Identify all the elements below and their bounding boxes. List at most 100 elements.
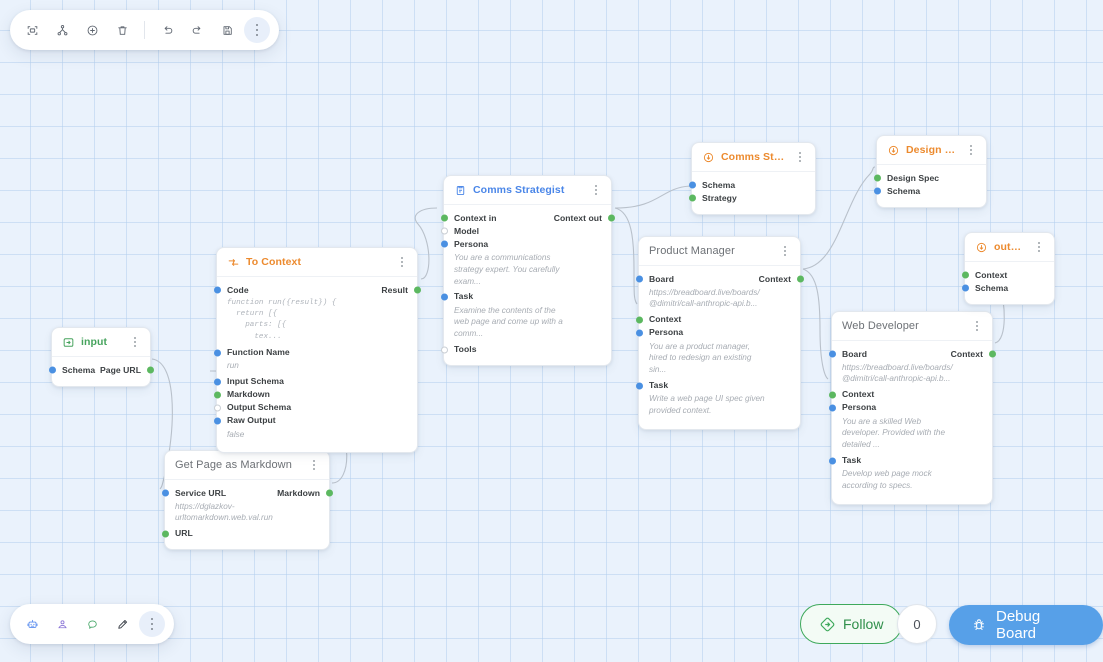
port-row[interactable]: Persona (636, 327, 791, 339)
port-row[interactable]: Context (829, 389, 983, 401)
port-row[interactable]: Task (636, 380, 791, 392)
trash-icon[interactable] (109, 17, 135, 43)
port-dot-in[interactable] (962, 271, 969, 279)
node-menu-icon[interactable] (779, 244, 791, 258)
node-menu-icon[interactable] (396, 255, 408, 269)
port-dot-in[interactable] (441, 214, 448, 222)
node-menu-icon[interactable] (590, 183, 602, 197)
port-row[interactable]: Service URL Markdown (162, 488, 333, 500)
port-dot-out[interactable] (414, 286, 421, 294)
port-dot-in[interactable] (441, 346, 448, 354)
debug-board-button[interactable]: Debug Board (949, 605, 1103, 645)
port-dot-in[interactable] (162, 530, 169, 538)
port-dot-out[interactable] (608, 214, 615, 222)
port-dot-in[interactable] (874, 187, 881, 195)
port-dot-in[interactable] (636, 329, 643, 337)
node-menu-icon[interactable] (1033, 240, 1045, 254)
node-product-manager[interactable]: Product Manager Board Context https://br… (636, 236, 804, 431)
node-tree-icon[interactable] (49, 17, 75, 43)
node-menu-icon[interactable] (971, 319, 983, 333)
more-vertical-icon[interactable] (244, 17, 270, 43)
pen-icon[interactable] (109, 611, 135, 637)
port-dot-in[interactable] (214, 417, 221, 425)
node-design-spec[interactable]: Design Spec Design Spec Schema (874, 135, 987, 208)
port-row[interactable]: Markdown (214, 389, 408, 401)
select-frame-icon[interactable] (19, 17, 45, 43)
port-row[interactable]: Model (441, 226, 602, 238)
port-row[interactable]: Schema (689, 180, 806, 192)
node-comms-strategy[interactable]: Comms Strategy Schema Strategy (689, 142, 816, 215)
node-header[interactable]: Product Manager (639, 237, 800, 266)
port-dot-in[interactable] (162, 489, 169, 497)
port-dot-out[interactable] (797, 275, 804, 283)
redo-icon[interactable] (184, 17, 210, 43)
port-dot-in[interactable] (829, 457, 836, 465)
port-row[interactable]: Function Name (214, 347, 408, 359)
port-row[interactable]: Code Result (214, 285, 421, 297)
port-dot-in[interactable] (214, 349, 221, 357)
port-dot-in[interactable] (441, 227, 448, 235)
port-row[interactable]: Board Context (829, 349, 996, 361)
port-dot-in[interactable] (441, 240, 448, 248)
person-icon[interactable] (49, 611, 75, 637)
port-row[interactable]: Schema (874, 186, 977, 198)
node-header[interactable]: input (52, 328, 150, 357)
port-dot-in[interactable] (214, 404, 221, 412)
port-row[interactable]: Schema Page URL (49, 365, 154, 377)
add-circle-icon[interactable] (79, 17, 105, 43)
port-row[interactable]: Task (441, 291, 602, 303)
top-toolbar[interactable] (10, 10, 279, 50)
port-row[interactable]: Persona (829, 402, 983, 414)
port-dot-out[interactable] (326, 489, 333, 497)
node-header[interactable]: Comms Strategy (692, 143, 815, 172)
node-menu-icon[interactable] (965, 143, 977, 157)
port-dot-out[interactable] (147, 366, 154, 374)
port-dot-in[interactable] (829, 350, 836, 358)
node-menu-icon[interactable] (794, 150, 806, 164)
port-row[interactable]: Tools (441, 344, 602, 356)
node-header[interactable]: To Context (217, 248, 417, 277)
port-dot-in[interactable] (49, 366, 56, 374)
node-header[interactable]: Web Developer (832, 312, 992, 341)
port-dot-in[interactable] (636, 316, 643, 324)
follow-button[interactable]: Follow (800, 604, 903, 644)
node-menu-icon[interactable] (308, 458, 320, 472)
port-dot-in[interactable] (689, 194, 696, 202)
port-dot-out[interactable] (989, 350, 996, 358)
comment-icon[interactable] (79, 611, 105, 637)
port-row[interactable]: URL (162, 528, 320, 540)
port-row[interactable]: Context in Context out (441, 213, 615, 225)
port-row[interactable]: Task (829, 455, 983, 467)
port-dot-in[interactable] (214, 391, 221, 399)
port-dot-in[interactable] (689, 181, 696, 189)
port-row[interactable]: Board Context (636, 274, 804, 286)
node-input[interactable]: input Schema Page URL (49, 327, 154, 387)
port-dot-in[interactable] (874, 174, 881, 182)
port-row[interactable]: Design Spec (874, 173, 977, 185)
port-row[interactable]: Context (962, 270, 1045, 282)
port-dot-in[interactable] (962, 284, 969, 292)
port-row[interactable]: Schema (962, 283, 1045, 295)
port-row[interactable]: Output Schema (214, 402, 408, 414)
port-dot-in[interactable] (214, 378, 221, 386)
node-output[interactable]: output Context Schema (962, 232, 1055, 305)
undo-icon[interactable] (154, 17, 180, 43)
node-get-page-as-markdown[interactable]: Get Page as Markdown Service URL Markdow… (162, 450, 333, 551)
node-header[interactable]: Comms Strategist (444, 176, 611, 205)
node-header[interactable]: output (965, 233, 1054, 262)
port-row[interactable]: Input Schema (214, 376, 408, 388)
port-dot-in[interactable] (214, 286, 221, 294)
node-menu-icon[interactable] (129, 335, 141, 349)
bottom-toolbar[interactable] (10, 604, 174, 644)
node-header[interactable]: Get Page as Markdown (165, 451, 329, 480)
port-row[interactable]: Context (636, 314, 791, 326)
port-row[interactable]: Raw Output (214, 415, 408, 427)
node-web-developer[interactable]: Web Developer Board Context https://brea… (829, 311, 996, 506)
port-dot-in[interactable] (636, 382, 643, 390)
port-dot-in[interactable] (829, 404, 836, 412)
more-vertical-icon[interactable] (139, 611, 165, 637)
port-row[interactable]: Strategy (689, 193, 806, 205)
robot-icon[interactable] (19, 611, 45, 637)
port-dot-in[interactable] (829, 391, 836, 399)
port-row[interactable]: Persona (441, 239, 602, 251)
